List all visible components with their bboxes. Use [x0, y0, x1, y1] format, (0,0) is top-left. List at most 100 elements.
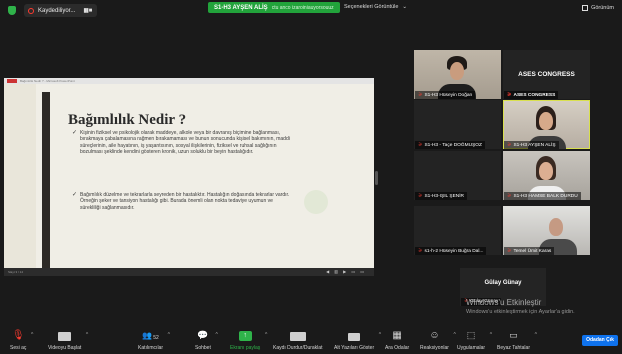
view-mode-label: Görünüm: [591, 5, 614, 11]
reactions-icon: ☺: [429, 330, 440, 341]
presentation-slide: Bağımlılık Nedir ?: [4, 84, 374, 268]
video-tile-temel-umit-karas[interactable]: ⚞ Temel Ümit Karas: [503, 206, 590, 255]
chevron-up-icon[interactable]: ^: [490, 332, 492, 338]
chat-label: Sohbet: [195, 345, 211, 351]
encryption-shield-icon[interactable]: [8, 6, 16, 15]
breakout-rooms-button[interactable]: ▦ Ara Odalar: [385, 330, 409, 351]
meeting-topbar: Kaydediliyor... ▮▮ ■ S1-H3 AYŞEN ALİŞ ct…: [0, 0, 622, 20]
participant-face: [539, 112, 553, 130]
mic-muted-icon: ⚞: [418, 142, 423, 148]
captions-button[interactable]: Alt Yazıları Göster ^: [334, 330, 381, 351]
slideshow-controls[interactable]: ◀ ▥ ▶ ▭ ▭: [326, 268, 366, 276]
participant-center-name: Gülay Günay: [484, 280, 522, 286]
recording-controls[interactable]: ▮▮ ■: [83, 7, 92, 14]
video-tile-huseyin-dogan[interactable]: ⚞ S1-H3 Hüseyin Doğan: [414, 50, 501, 99]
participant-name: ⚞ ASES CONGRESS: [504, 91, 559, 99]
slideshow-footer: Slayt 3 / 14 ◀ ▥ ▶ ▭ ▭: [4, 268, 374, 276]
slide-bullet-2: ✓ Bağımlılık düzelme ve tekrarlarla seyr…: [72, 192, 292, 211]
slide-accent-bar: [42, 92, 50, 268]
splitter-handle[interactable]: [375, 171, 378, 185]
participant-name: ⚞ s1-h-2 Hüseyin Buğra Dal...: [415, 247, 487, 255]
video-tile-tace-dogmusoz[interactable]: ⚞ S1-H3 - Taçe DOĞMUŞOZ: [414, 100, 501, 149]
slide-counter: Slayt 3 / 14: [8, 270, 24, 274]
participant-face: [450, 62, 464, 80]
screen-share-banner[interactable]: S1-H3 AYŞEN ALİŞ ctu anco izaroiniauyors…: [208, 2, 340, 13]
share-screen-icon: ↑: [238, 331, 252, 341]
participants-count: 52: [153, 335, 159, 341]
chevron-up-icon[interactable]: ^: [265, 332, 267, 338]
breakout-rooms-label: Ara Odalar: [385, 345, 410, 351]
apps-icon: ⬚: [466, 330, 476, 340]
slide-title: Bağımlılık Nedir ?: [68, 112, 187, 128]
windows-activation-hint: Windows'u etkinleştirmek için Ayarlar'a …: [466, 309, 575, 315]
unmute-label: Sesi aç: [10, 345, 27, 351]
record-dot-icon: [28, 7, 34, 14]
sharer-name: S1-H3 AYŞEN ALİŞ: [214, 4, 268, 11]
chevron-up-icon[interactable]: ^: [168, 332, 170, 338]
leave-meeting-button[interactable]: Odadan Çık: [582, 335, 618, 346]
apps-button[interactable]: ⬚ Uygulamalar ^: [457, 330, 492, 351]
mic-muted-icon: ⚞: [418, 193, 423, 199]
chevron-down-icon: ⌄: [402, 4, 408, 10]
share-screen-button[interactable]: ↑ Ekranı paylaş ^: [230, 330, 267, 351]
recording-indicator[interactable]: Kaydediliyor... ▮▮ ■: [24, 4, 98, 17]
participant-name: ⚞ S1-H3 - Taçe DOĞMUŞOZ: [415, 141, 485, 149]
sharer-status: ctu anco izaroiniauyorsouuz: [271, 4, 334, 11]
recording-label: Kaydediliyor...: [38, 7, 76, 14]
whiteboards-label: Beyaz Tahtalar: [497, 345, 530, 351]
record-pause-button[interactable]: Kaydı Durdur/Duraklat: [273, 330, 322, 351]
video-tile-hamse-balk-durdu[interactable]: ⚞ S1-H3 HAMSE BALK DURDU: [503, 151, 590, 200]
chat-icon: 💬: [197, 330, 209, 340]
captions-icon: [348, 333, 361, 341]
shared-screen[interactable]: Bağımlılık Nedir ? - Microsoft PowerPoin…: [4, 78, 374, 276]
whiteboard-icon: ▭: [509, 330, 518, 340]
whiteboards-button[interactable]: ▭ Beyaz Tahtalar ^: [497, 330, 537, 351]
video-tile-huseyin-bugra[interactable]: ⚞ s1-h-2 Hüseyin Buğra Dal...: [414, 206, 501, 255]
video-tile-aysen-alis[interactable]: ⚞ S1-H3 AYŞEN ALİŞ: [503, 100, 590, 149]
chevron-up-icon[interactable]: ^: [379, 332, 381, 338]
participant-face: [539, 162, 553, 180]
share-screen-label: Ekranı paylaş: [230, 345, 261, 351]
participant-name: ⚞ S1-H3 HAMSE BALK DURDU: [504, 192, 581, 200]
apps-label: Uygulamalar: [457, 345, 486, 351]
chevron-up-icon[interactable]: ^: [216, 332, 218, 338]
participant-name: ⚞ S1-H3 Hüseyin Doğan: [415, 91, 476, 99]
chat-button[interactable]: 💬 Sohbet ^: [195, 330, 218, 351]
mic-muted-icon: ⚞: [418, 248, 423, 254]
participant-name: ⚞ Temel Ümit Karas: [504, 247, 555, 255]
mic-muted-icon: ⚞: [507, 248, 512, 254]
slide-logo-watermark: [304, 190, 328, 214]
mic-muted-icon: ⚞: [507, 142, 512, 148]
participant-face: [549, 218, 563, 236]
slide-side-panel: [4, 84, 36, 268]
app-logo-icon: [7, 79, 17, 83]
start-video-button[interactable]: Videoyu Başlat ^: [48, 330, 88, 351]
checkmark-icon: ✓: [72, 192, 78, 198]
mic-muted-icon: ⚞: [507, 193, 512, 199]
participants-button[interactable]: 👥 52 Katılımcılar ^: [138, 330, 170, 351]
chevron-up-icon[interactable]: ^: [86, 332, 88, 338]
chevron-up-icon[interactable]: ^: [31, 332, 33, 338]
pause-stop-icon: [289, 332, 306, 341]
checkmark-icon: ✓: [72, 130, 78, 136]
view-mode-button[interactable]: Görünüm: [582, 5, 614, 11]
reactions-button[interactable]: ☺ Reaksiyonlar ^: [420, 330, 456, 351]
captions-label: Alt Yazıları Göster: [334, 345, 375, 351]
record-pause-label: Kaydı Durdur/Duraklat: [273, 345, 323, 351]
mic-off-icon: 🎙: [11, 330, 25, 341]
participant-name: ⚞ S1-H3-IŞIL ŞENİR: [415, 192, 468, 200]
view-options-button[interactable]: Seçenekleri Görüntüle ⌄: [344, 4, 407, 10]
chevron-up-icon[interactable]: ^: [454, 332, 456, 338]
unmute-button[interactable]: 🎙 Sesi aç ^: [10, 330, 33, 351]
start-video-label: Videoyu Başlat: [48, 345, 82, 351]
participants-icon: 👥: [142, 331, 153, 340]
view-options-label: Seçenekleri Görüntüle: [344, 4, 399, 10]
breakout-rooms-icon: ▦: [392, 330, 402, 341]
slide-bullet-text: Bağımlılık düzelme ve tekrarlarla seyred…: [80, 192, 290, 211]
slide-bullet-1: ✓ Kişinin fiziksel ve psikolojik olarak …: [72, 130, 292, 155]
reactions-label: Reaksiyonlar: [420, 345, 449, 351]
mic-muted-icon: ⚞: [418, 92, 423, 98]
chevron-up-icon[interactable]: ^: [535, 332, 537, 338]
video-tile-isil-senir[interactable]: ⚞ S1-H3-IŞIL ŞENİR: [414, 151, 501, 200]
video-tile-ases-congress[interactable]: ASES CONGRESS ⚞ ASES CONGRESS: [503, 50, 590, 99]
